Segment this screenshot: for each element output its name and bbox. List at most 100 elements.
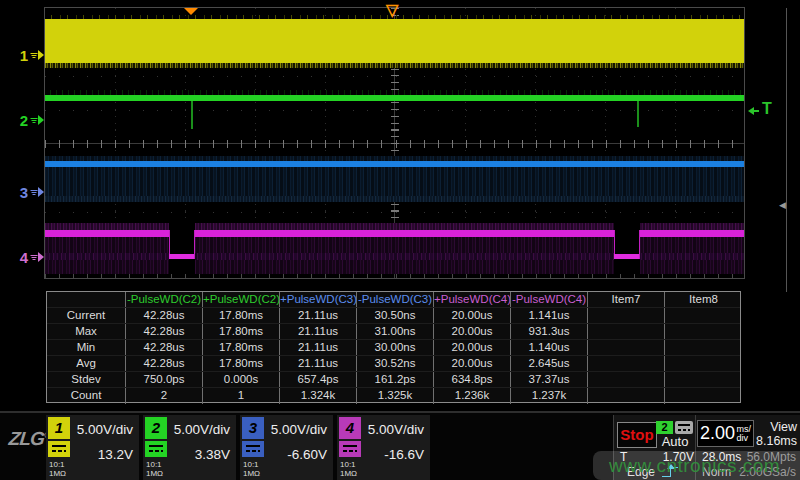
measurement-column-header[interactable]: -PulseWD(C4): [511, 292, 588, 307]
run-stop-button[interactable]: Stop: [617, 422, 657, 448]
timebase-button[interactable]: 2.00 ms/div: [697, 420, 754, 447]
channel4-pulse: [614, 223, 640, 274]
measurement-value: [665, 356, 742, 371]
measurement-value: 2: [126, 388, 203, 404]
trigger-mode-label[interactable]: Auto: [656, 434, 694, 449]
channel-scale-value[interactable]: 5.00V/div: [271, 422, 327, 437]
measurement-value: 30.52ns: [357, 356, 434, 371]
channel-4-button[interactable]: 4: [339, 417, 361, 439]
measurement-value: [665, 308, 742, 323]
channel-probe-info: 10:11MΩ: [49, 460, 66, 478]
right-arrow-icon: [38, 187, 44, 197]
measurement-row: Min42.28us17.80ms21.11us30.00ns20.00us1.…: [47, 340, 740, 356]
channel-2-button[interactable]: 2: [145, 417, 167, 439]
delay-reference-marker-icon[interactable]: ▽: [386, 0, 398, 19]
channel-4-panel: 4 10:11MΩ 5.00V/div -16.6V: [337, 415, 430, 480]
measurement-value: 30.50ns: [357, 308, 434, 323]
measurement-value: 20.00us: [434, 308, 511, 323]
measurement-row: Max42.28us17.80ms21.11us31.00ns20.00us93…: [47, 324, 740, 340]
measurement-column-header[interactable]: -PulseWD(C2): [126, 292, 203, 307]
channel-1-coupling-icon[interactable]: [48, 441, 70, 457]
right-arrow-icon: [38, 115, 44, 125]
channel-probe-info: 10:11MΩ: [340, 460, 357, 478]
measurement-value: [588, 308, 665, 323]
channel3-trace-noise: [45, 196, 744, 202]
channel-offset-value: 13.2V: [98, 447, 133, 462]
measurement-value: 30.00ns: [357, 340, 434, 355]
measurement-value: 657.4ps: [280, 372, 357, 387]
view-label: View: [770, 420, 797, 434]
measurement-column-header[interactable]: -PulseWD(C3): [357, 292, 434, 307]
channel2-glitch: [637, 101, 639, 127]
measurement-corner-cell: [47, 292, 126, 307]
channel-3-button[interactable]: 3: [242, 417, 264, 439]
channel2-trace: [45, 95, 744, 101]
ground-icon: [30, 52, 37, 59]
measurement-value: [588, 340, 665, 355]
measurement-row: Avg42.28us17.80ms21.11us30.52ns20.00us2.…: [47, 356, 740, 372]
channel3-reference-label[interactable]: 3: [10, 184, 44, 200]
measurement-value: [665, 388, 742, 404]
measurement-value: 21.11us: [280, 340, 357, 355]
channel1-trace: [45, 19, 744, 63]
channel-offset-value: 3.38V: [195, 447, 230, 462]
channel-scale-value[interactable]: 5.00V/div: [368, 422, 424, 437]
right-arrow-icon: [38, 50, 44, 60]
side-panel-divider: [786, 8, 787, 292]
channel2-reference-label[interactable]: 2: [10, 112, 44, 128]
measurement-row-label: Min: [47, 340, 126, 355]
measurement-value: 37.37us: [511, 372, 588, 387]
measurement-column-header[interactable]: Item7: [588, 292, 665, 307]
measurement-row: Stdev750.0ps0.000s657.4ps161.2ps634.8ps3…: [47, 372, 740, 388]
measurement-value: 31.00ns: [357, 324, 434, 339]
measurement-value: 42.28us: [126, 356, 203, 371]
measurement-value: 20.00us: [434, 356, 511, 371]
measurement-column-header[interactable]: +PulseWD(C4): [434, 292, 511, 307]
measurement-value: [588, 324, 665, 339]
measurement-column-header[interactable]: Item8: [665, 292, 742, 307]
channel-4-coupling-icon[interactable]: [339, 441, 361, 457]
measurement-value: 1: [203, 388, 280, 404]
side-panel-collapse-icon[interactable]: ◀: [779, 200, 786, 210]
trigger-coupling-icon[interactable]: [675, 421, 693, 434]
measurement-row-label: Count: [47, 388, 126, 404]
channel-probe-info: 10:11MΩ: [146, 460, 163, 478]
measurement-value: 20.00us: [434, 340, 511, 355]
zlg-logo: ZLG®: [8, 428, 51, 450]
ground-icon: [30, 254, 37, 261]
left-arrow-icon: [753, 110, 759, 112]
channel1-reference-label[interactable]: 1: [10, 47, 44, 63]
measurement-value: 17.80ms: [203, 356, 280, 371]
measurement-value: 931.3us: [511, 324, 588, 339]
measurement-value: 750.0ps: [126, 372, 203, 387]
channel3-trace: [45, 161, 744, 167]
measurement-value: 1.236k: [434, 388, 511, 404]
measurement-row-label: Avg: [47, 356, 126, 371]
measurement-value: 21.11us: [280, 308, 357, 323]
measurement-value: 634.8ps: [434, 372, 511, 387]
channel-1-button[interactable]: 1: [48, 417, 70, 439]
channel-offset-value: -16.6V: [384, 447, 424, 462]
measurement-value: [665, 372, 742, 387]
measurement-value: 0.000s: [203, 372, 280, 387]
measurement-value: 1.237k: [511, 388, 588, 404]
channel-scale-value[interactable]: 5.00V/div: [174, 422, 230, 437]
measurement-row-label: Stdev: [47, 372, 126, 387]
channel-2-coupling-icon[interactable]: [145, 441, 167, 457]
channel-scale-value[interactable]: 5.00V/div: [77, 422, 133, 437]
measurement-value: 20.00us: [434, 324, 511, 339]
channel-3-coupling-icon[interactable]: [242, 441, 264, 457]
measurement-value: 21.11us: [280, 356, 357, 371]
channel4-reference-label[interactable]: 4: [10, 249, 44, 265]
trigger-source-badge[interactable]: 2: [656, 421, 673, 434]
channel-2-panel: 2 10:11MΩ 5.00V/div 3.38V: [143, 415, 236, 480]
measurement-column-header[interactable]: +PulseWD(C3): [280, 292, 357, 307]
measurement-column-header[interactable]: +PulseWD(C2): [203, 292, 280, 307]
measurement-value: [588, 372, 665, 387]
measurement-table: -PulseWD(C2)+PulseWD(C2)+PulseWD(C3)-Pul…: [46, 291, 741, 403]
measurement-value: [665, 340, 742, 355]
channel1-trace-noise: [45, 63, 744, 68]
trigger-position-marker-icon[interactable]: [184, 8, 198, 15]
waveform-grid: [44, 7, 745, 279]
measurement-value: [665, 324, 742, 339]
